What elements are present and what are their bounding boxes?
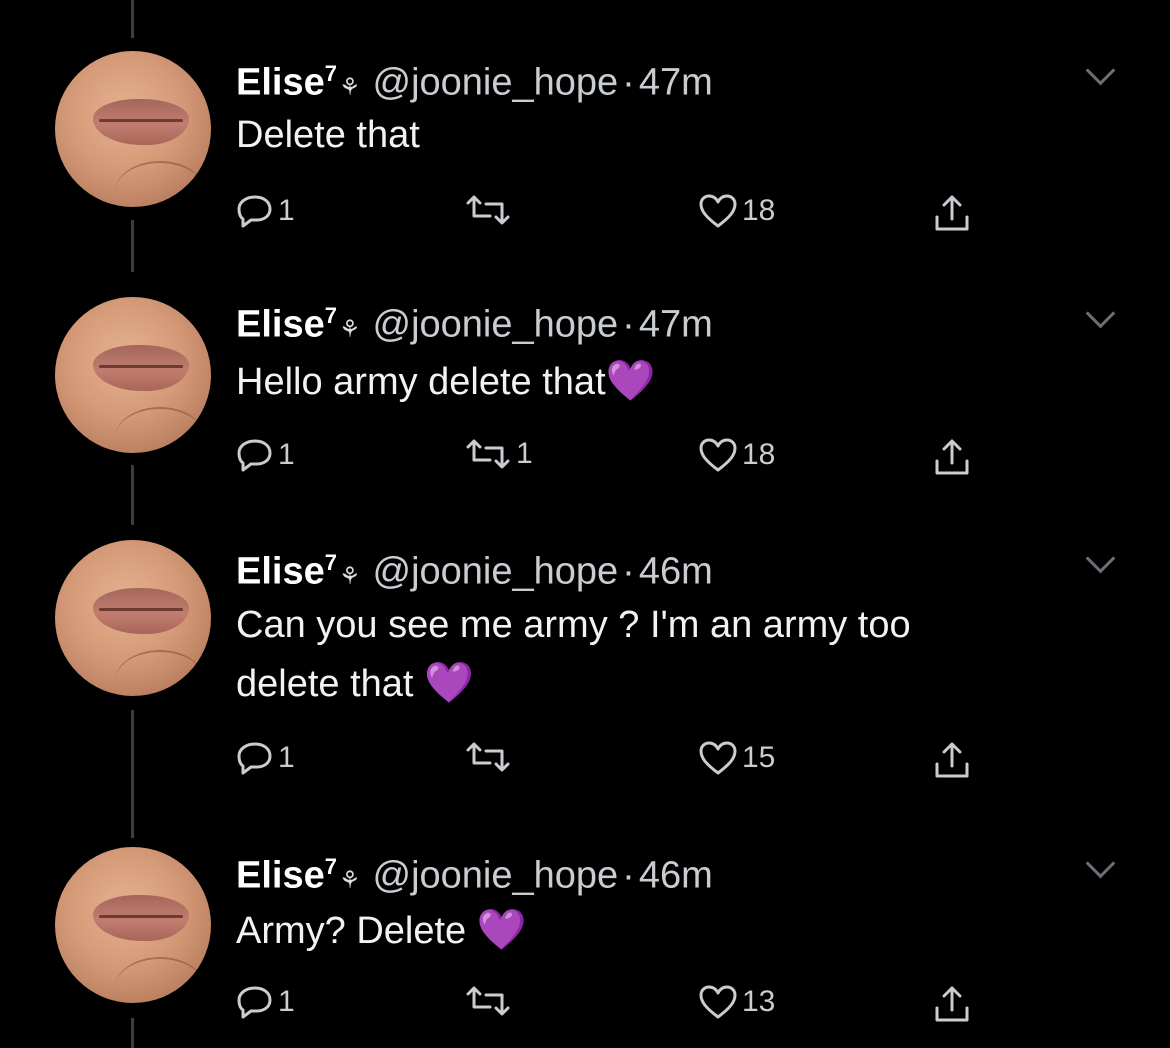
share-button[interactable]	[932, 193, 972, 233]
avatar[interactable]	[55, 297, 211, 453]
user-handle[interactable]: @joonie_hope	[373, 304, 619, 346]
avatar[interactable]	[55, 540, 211, 696]
tweet[interactable]: Elise7⚘ @joonie_hope · 46m Army? Delete 💜 1…	[0, 795, 1170, 1048]
tweet-actions: 1 13	[236, 984, 976, 1024]
timestamp[interactable]: 46m	[639, 551, 713, 593]
tweet-text: Delete that	[236, 114, 420, 156]
display-name[interactable]: Elise	[236, 62, 325, 104]
separator-dot: ·	[622, 854, 635, 897]
reply-button[interactable]: 1	[236, 437, 295, 473]
separator-dot: ·	[622, 550, 635, 593]
tweet[interactable]: Elise7⚘ @joonie_hope · 46m Can you see me a…	[0, 490, 1170, 795]
like-count: 13	[742, 985, 776, 1018]
like-count: 18	[742, 194, 776, 227]
share-button[interactable]	[932, 984, 972, 1024]
reply-count: 1	[278, 741, 295, 774]
reply-count: 1	[278, 985, 295, 1018]
share-icon	[935, 439, 969, 475]
tweet-header: Elise7⚘ @joonie_hope · 46m	[236, 541, 713, 599]
reply-icon	[237, 439, 272, 472]
tweet-header: Elise7⚘ @joonie_hope · 47m	[236, 294, 713, 352]
reply-icon	[237, 742, 272, 775]
tweet-text: Army? Delete 💜	[236, 908, 527, 952]
tweet-header: Elise7⚘ @joonie_hope · 46m	[236, 845, 713, 903]
heart-icon	[699, 194, 737, 228]
retweet-button[interactable]	[464, 984, 516, 1018]
chevron-down-icon[interactable]	[1085, 543, 1116, 574]
tweet-text: Hello army delete that💜	[236, 359, 656, 403]
user-handle[interactable]: @joonie_hope	[373, 855, 619, 897]
timestamp[interactable]: 46m	[639, 855, 713, 897]
tweet-text: Can you see me army ? I'm an army too de…	[236, 604, 911, 705]
chevron-down-icon[interactable]	[1085, 298, 1116, 329]
flower-icon: ⚘	[338, 73, 361, 101]
like-button[interactable]: 18	[698, 437, 775, 473]
flower-icon: ⚘	[338, 866, 361, 894]
reply-icon	[237, 195, 272, 228]
avatar[interactable]	[55, 51, 211, 207]
share-icon	[935, 742, 969, 778]
chevron-down-icon[interactable]	[1085, 55, 1116, 86]
purple-heart-emoji: 💜	[605, 359, 656, 403]
display-name[interactable]: Elise	[236, 304, 325, 346]
retweet-count: 1	[516, 437, 533, 470]
tweet-actions: 1 18	[236, 193, 976, 233]
tweet[interactable]: Elise7⚘ @joonie_hope · 47m Delete that 1 18	[0, 0, 1170, 245]
tweet-header: Elise7⚘ @joonie_hope · 47m	[236, 52, 713, 110]
heart-icon	[699, 985, 737, 1019]
reply-icon	[237, 986, 272, 1019]
share-button[interactable]	[932, 437, 972, 477]
display-name[interactable]: Elise	[236, 551, 325, 593]
retweet-icon	[466, 986, 510, 1016]
retweet-button[interactable]: 1	[464, 437, 533, 471]
tweet-actions: 1 15	[236, 740, 976, 780]
retweet-icon	[466, 439, 510, 469]
share-button[interactable]	[932, 740, 972, 780]
timestamp[interactable]: 47m	[639, 62, 713, 104]
like-button[interactable]: 18	[698, 193, 775, 229]
like-count: 15	[742, 741, 776, 774]
purple-heart-emoji: 💜	[476, 908, 527, 952]
user-handle[interactable]: @joonie_hope	[373, 551, 619, 593]
retweet-button[interactable]	[464, 740, 516, 774]
heart-icon	[699, 438, 737, 472]
flower-icon: ⚘	[338, 562, 361, 590]
share-icon	[935, 986, 969, 1022]
display-name[interactable]: Elise	[236, 855, 325, 897]
like-button[interactable]: 13	[698, 984, 775, 1020]
heart-icon	[699, 741, 737, 775]
tweet[interactable]: Elise7⚘ @joonie_hope · 47m Hello army delet…	[0, 245, 1170, 490]
reply-button[interactable]: 1	[236, 984, 295, 1020]
like-count: 18	[742, 438, 776, 471]
purple-heart-emoji: 💜	[424, 661, 474, 705]
reply-count: 1	[278, 438, 295, 471]
separator-dot: ·	[622, 61, 635, 104]
name-superscript: 7	[324, 550, 337, 575]
avatar[interactable]	[55, 847, 211, 1003]
separator-dot: ·	[622, 303, 635, 346]
timestamp[interactable]: 47m	[639, 304, 713, 346]
name-superscript: 7	[324, 61, 337, 86]
retweet-icon	[466, 195, 510, 225]
name-superscript: 7	[324, 303, 337, 328]
chevron-down-icon[interactable]	[1085, 848, 1116, 879]
like-button[interactable]: 15	[698, 740, 775, 776]
reply-button[interactable]: 1	[236, 193, 295, 229]
name-superscript: 7	[324, 854, 337, 879]
tweet-actions: 1 1 18	[236, 437, 976, 477]
retweet-button[interactable]	[464, 193, 516, 227]
share-icon	[935, 195, 969, 231]
reply-count: 1	[278, 194, 295, 227]
user-handle[interactable]: @joonie_hope	[373, 62, 619, 104]
retweet-icon	[466, 742, 510, 772]
reply-button[interactable]: 1	[236, 740, 295, 776]
flower-icon: ⚘	[338, 315, 361, 343]
